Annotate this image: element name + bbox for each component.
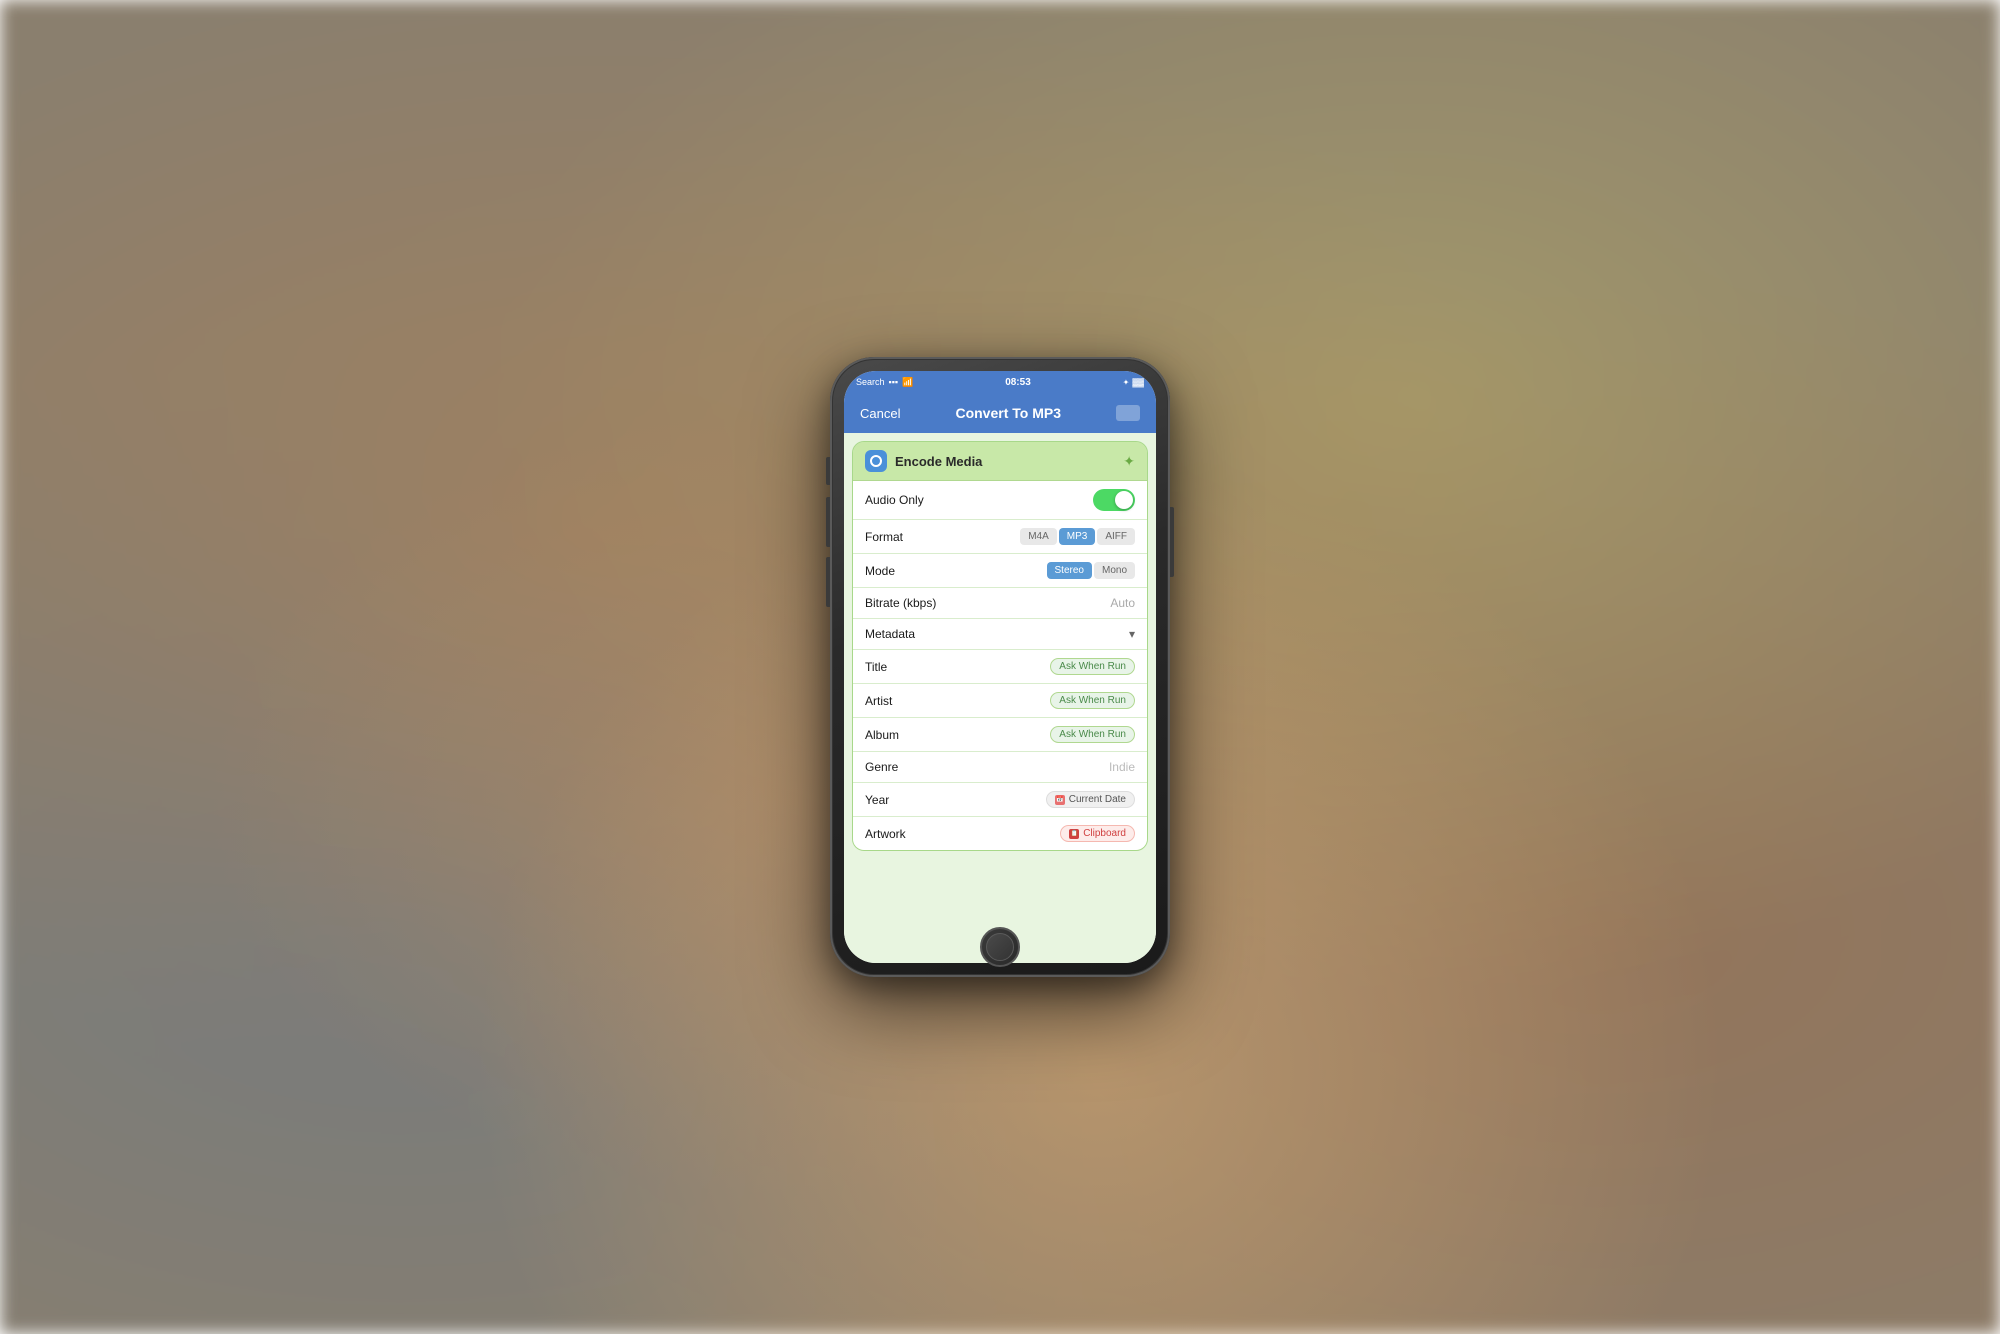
phone-screen: Search ▪▪▪ 📶 08:53 ✦ ▓▓ Cancel Convert T…: [844, 371, 1156, 963]
year-label: Year: [865, 793, 889, 807]
album-row: Album Ask When Run: [853, 718, 1147, 752]
encode-icon: [865, 450, 887, 472]
mute-button: [826, 457, 830, 485]
format-aiff-btn[interactable]: AIFF: [1097, 528, 1135, 545]
metadata-label: Metadata: [865, 627, 915, 641]
artist-row: Artist Ask When Run: [853, 684, 1147, 718]
home-button[interactable]: [980, 927, 1020, 967]
artist-ask-badge[interactable]: Ask When Run: [1050, 692, 1135, 709]
card-title: Encode Media: [895, 454, 982, 469]
home-button-inner: [986, 933, 1014, 961]
mode-row: Mode Stereo Mono: [853, 554, 1147, 588]
date-badge-text: Current Date: [1069, 794, 1126, 805]
bitrate-label: Bitrate (kbps): [865, 596, 936, 610]
encode-icon-inner: [870, 455, 882, 467]
album-ask-badge[interactable]: Ask When Run: [1050, 726, 1135, 743]
title-ask-badge[interactable]: Ask When Run: [1050, 658, 1135, 675]
bitrate-row: Bitrate (kbps) Auto: [853, 588, 1147, 619]
signal-icon: ▪▪▪: [889, 377, 899, 387]
format-m4a-btn[interactable]: M4A: [1020, 528, 1057, 545]
volume-down-button: [826, 557, 830, 607]
cancel-button[interactable]: Cancel: [860, 406, 900, 421]
audio-only-label: Audio Only: [865, 493, 924, 507]
bluetooth-icon: ✦: [1123, 378, 1130, 387]
battery-icon: ▓▓: [1132, 378, 1144, 387]
wifi-icon: 📶: [902, 377, 913, 388]
audio-only-toggle[interactable]: [1093, 489, 1135, 511]
card-header: Encode Media ✦: [853, 442, 1147, 481]
power-button: [1170, 507, 1174, 577]
year-date-badge[interactable]: 📅 Current Date: [1046, 791, 1135, 808]
genre-label: Genre: [865, 760, 898, 774]
bitrate-value: Auto: [1110, 596, 1135, 610]
time-display: 08:53: [1005, 377, 1031, 388]
title-row: Title Ask When Run: [853, 650, 1147, 684]
card-expand-icon[interactable]: ✦: [1123, 453, 1135, 470]
artwork-clipboard-badge[interactable]: 📋 Clipboard: [1060, 825, 1135, 842]
navigation-bar: Cancel Convert To MP3: [844, 393, 1156, 433]
main-content: Encode Media ✦ Audio Only: [844, 433, 1156, 963]
mode-segmented: Stereo Mono: [1047, 562, 1135, 579]
toggle-knob: [1115, 491, 1133, 509]
mode-stereo-btn[interactable]: Stereo: [1047, 562, 1092, 579]
format-segmented: M4A MP3 AIFF: [1020, 528, 1135, 545]
metadata-row[interactable]: Metadata ▾: [853, 619, 1147, 650]
genre-value: Indie: [1109, 760, 1135, 774]
nav-action-button[interactable]: [1116, 405, 1140, 421]
carrier-text: Search: [856, 377, 885, 387]
phone-device: Search ▪▪▪ 📶 08:53 ✦ ▓▓ Cancel Convert T…: [830, 357, 1170, 977]
artist-label: Artist: [865, 694, 892, 708]
year-row: Year 📅 Current Date: [853, 783, 1147, 817]
mode-mono-btn[interactable]: Mono: [1094, 562, 1135, 579]
status-bar: Search ▪▪▪ 📶 08:53 ✦ ▓▓: [844, 371, 1156, 393]
encode-media-card: Encode Media ✦ Audio Only: [852, 441, 1148, 851]
status-bar-right: ✦ ▓▓: [1123, 378, 1144, 387]
calendar-icon: 📅: [1055, 795, 1065, 805]
volume-up-button: [826, 497, 830, 547]
album-label: Album: [865, 728, 899, 742]
format-mp3-btn[interactable]: MP3: [1059, 528, 1096, 545]
status-bar-left: Search ▪▪▪ 📶: [856, 377, 913, 388]
phone-body: Search ▪▪▪ 📶 08:53 ✦ ▓▓ Cancel Convert T…: [830, 357, 1170, 977]
clipboard-icon: 📋: [1069, 829, 1079, 839]
nav-title: Convert To MP3: [955, 405, 1061, 421]
artwork-label: Artwork: [865, 827, 906, 841]
format-label: Format: [865, 530, 903, 544]
title-label: Title: [865, 660, 887, 674]
card-header-left: Encode Media: [865, 450, 982, 472]
artwork-row: Artwork 📋 Clipboard: [853, 817, 1147, 850]
format-row: Format M4A MP3 AIFF: [853, 520, 1147, 554]
genre-row: Genre Indie: [853, 752, 1147, 783]
metadata-chevron-icon: ▾: [1129, 627, 1135, 641]
clipboard-badge-text: Clipboard: [1083, 828, 1126, 839]
mode-label: Mode: [865, 564, 895, 578]
audio-only-row: Audio Only: [853, 481, 1147, 520]
